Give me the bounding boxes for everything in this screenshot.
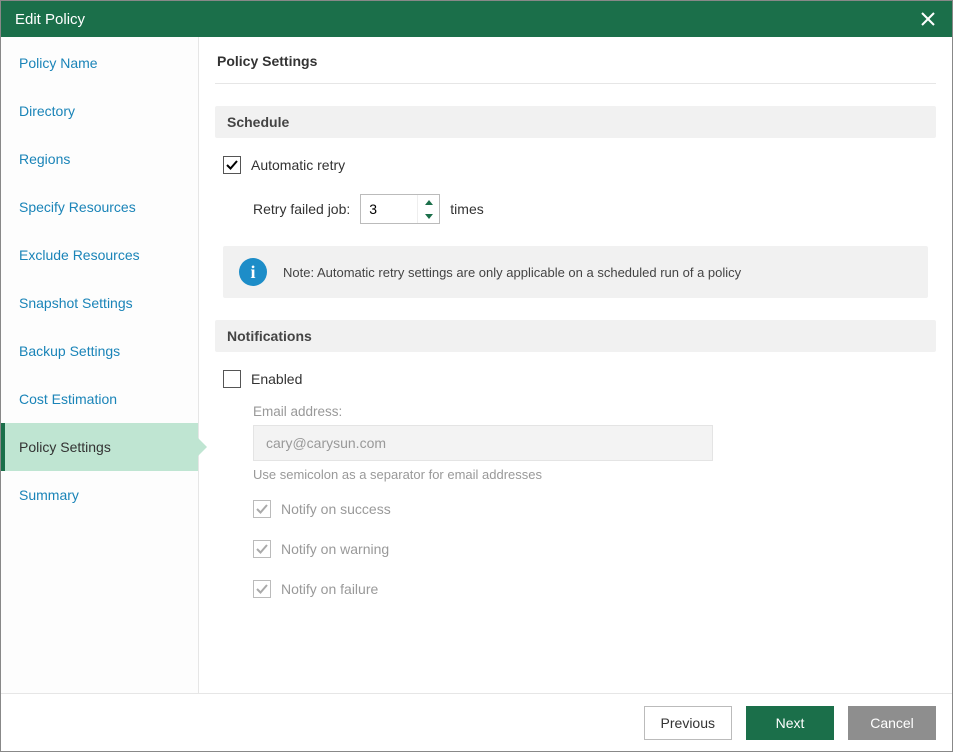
check-icon (226, 159, 238, 171)
notify-success-row: Notify on success (253, 500, 928, 518)
notifications-enabled-checkbox[interactable] (223, 370, 241, 388)
retry-count-suffix: times (450, 201, 483, 217)
notify-warning-row: Notify on warning (253, 540, 928, 558)
cancel-button[interactable]: Cancel (848, 706, 936, 740)
sidebar-item-regions[interactable]: Regions (1, 135, 198, 183)
sidebar-item-label: Summary (19, 487, 79, 503)
window-title: Edit Policy (15, 11, 85, 28)
content-area: Policy Settings Schedule Automatic retry… (199, 37, 952, 693)
previous-button[interactable]: Previous (644, 706, 732, 740)
next-button[interactable]: Next (746, 706, 834, 740)
spinner-up-button[interactable] (418, 195, 439, 209)
sidebar-item-label: Policy Name (19, 55, 98, 71)
check-icon (256, 583, 268, 595)
automatic-retry-checkbox[interactable] (223, 156, 241, 174)
close-icon (921, 12, 935, 26)
sidebar-item-label: Cost Estimation (19, 391, 117, 407)
email-hint: Use semicolon as a separator for email a… (253, 467, 928, 482)
retry-count-row: Retry failed job: times (253, 194, 928, 224)
sidebar-item-label: Backup Settings (19, 343, 120, 359)
email-input[interactable] (253, 425, 713, 461)
notify-failure-checkbox[interactable] (253, 580, 271, 598)
info-icon: i (239, 258, 267, 286)
sidebar-item-exclude-resources[interactable]: Exclude Resources (1, 231, 198, 279)
sidebar-item-label: Exclude Resources (19, 247, 140, 263)
notify-failure-label: Notify on failure (281, 581, 378, 597)
sidebar-item-label: Regions (19, 151, 70, 167)
notifications-enabled-label: Enabled (251, 371, 302, 387)
chevron-down-icon (425, 214, 433, 219)
sidebar-item-label: Directory (19, 103, 75, 119)
titlebar: Edit Policy (1, 1, 952, 37)
retry-info-text: Note: Automatic retry settings are only … (283, 265, 741, 280)
sidebar-item-snapshot-settings[interactable]: Snapshot Settings (1, 279, 198, 327)
retry-count-input[interactable] (361, 195, 417, 223)
retry-count-label: Retry failed job: (253, 201, 350, 217)
sidebar-item-cost-estimation[interactable]: Cost Estimation (1, 375, 198, 423)
notify-failure-row: Notify on failure (253, 580, 928, 598)
notify-success-label: Notify on success (281, 501, 391, 517)
close-button[interactable] (916, 7, 940, 31)
retry-count-spinner (360, 194, 440, 224)
notify-warning-checkbox[interactable] (253, 540, 271, 558)
sidebar-item-label: Specify Resources (19, 199, 136, 215)
automatic-retry-row: Automatic retry (223, 156, 928, 174)
email-field-block: Email address: Use semicolon as a separa… (253, 404, 928, 482)
retry-info-box: i Note: Automatic retry settings are onl… (223, 246, 928, 298)
schedule-section-body: Automatic retry Retry failed job: (215, 138, 936, 320)
notifications-section-body: Enabled Email address: Use semicolon as … (215, 352, 936, 630)
sidebar-item-label: Policy Settings (19, 439, 111, 455)
sidebar-item-policy-name[interactable]: Policy Name (1, 39, 198, 87)
sidebar-item-label: Snapshot Settings (19, 295, 133, 311)
schedule-section-header: Schedule (215, 106, 936, 138)
spinner-down-button[interactable] (418, 209, 439, 223)
notifications-enabled-row: Enabled (223, 370, 928, 388)
dialog-body: Policy Name Directory Regions Specify Re… (1, 37, 952, 693)
dialog-footer: Previous Next Cancel (1, 693, 952, 751)
sidebar-item-policy-settings[interactable]: Policy Settings (1, 423, 198, 471)
wizard-sidebar: Policy Name Directory Regions Specify Re… (1, 37, 199, 693)
spinner-arrows (417, 195, 439, 223)
notify-success-checkbox[interactable] (253, 500, 271, 518)
sidebar-item-summary[interactable]: Summary (1, 471, 198, 519)
page-title: Policy Settings (215, 47, 936, 84)
chevron-up-icon (425, 200, 433, 205)
sidebar-item-backup-settings[interactable]: Backup Settings (1, 327, 198, 375)
notify-warning-label: Notify on warning (281, 541, 389, 557)
check-icon (256, 503, 268, 515)
notifications-section-header: Notifications (215, 320, 936, 352)
email-label: Email address: (253, 404, 928, 419)
sidebar-item-specify-resources[interactable]: Specify Resources (1, 183, 198, 231)
automatic-retry-label: Automatic retry (251, 157, 345, 173)
sidebar-item-directory[interactable]: Directory (1, 87, 198, 135)
edit-policy-window: Edit Policy Policy Name Directory Region… (0, 0, 953, 752)
notify-options: Notify on success Notify on warning Noti… (253, 500, 928, 598)
check-icon (256, 543, 268, 555)
